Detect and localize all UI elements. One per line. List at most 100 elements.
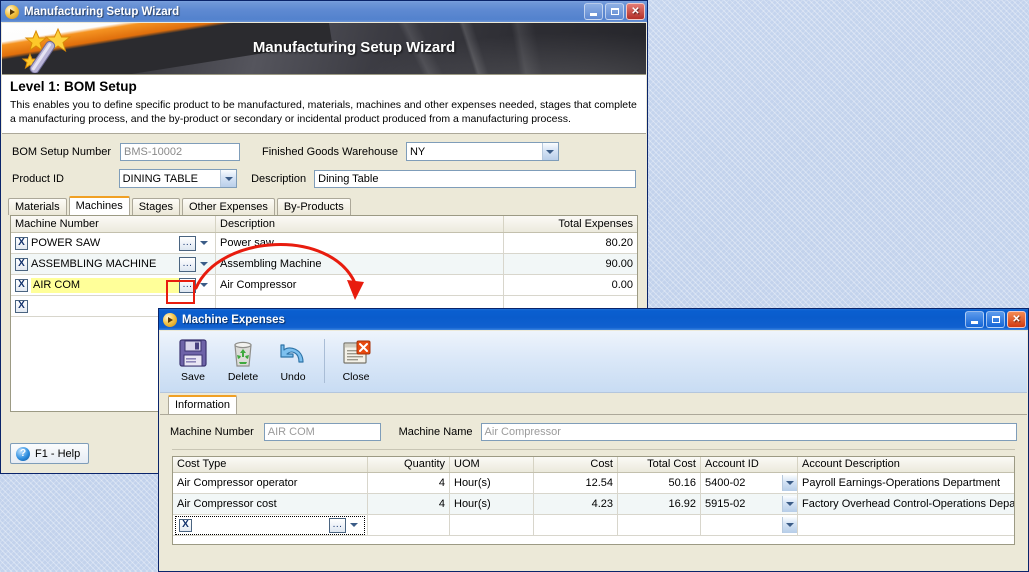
delete-row-button[interactable]: X [179, 518, 192, 532]
column-description[interactable]: Description [216, 216, 504, 233]
close-dialog-button[interactable]: Close [331, 337, 381, 383]
table-row[interactable]: X ... [173, 515, 1014, 536]
uom-value[interactable]: Hour(s) [450, 494, 534, 514]
machine-expenses-grid: Cost Type Quantity UOM Cost Total Cost A… [172, 456, 1015, 545]
chevron-down-icon[interactable] [220, 170, 237, 188]
account-description-value: Payroll Earnings-Operations Department [802, 477, 1001, 489]
machine-number-value: ASSEMBLING MACHINE [31, 258, 157, 271]
lookup-button[interactable]: ... [179, 256, 196, 272]
column-cost[interactable]: Cost [534, 457, 618, 472]
column-uom[interactable]: UOM [450, 457, 534, 472]
f1-help-label: F1 - Help [35, 447, 81, 460]
tab-stages[interactable]: Stages [131, 198, 180, 216]
account-id-value: 5915-02 [705, 498, 746, 510]
minimize-button[interactable] [965, 311, 984, 328]
machine-number-value[interactable]: AIR COM [31, 277, 179, 293]
machine-expenses-dialog: Machine Expenses ✕ Save Delete Undo Clos… [158, 308, 1029, 572]
description-input[interactable]: Dining Table [314, 169, 636, 188]
wizard-tabstrip: Materials Machines Stages Other Expenses… [2, 196, 646, 216]
machine-description-value[interactable]: Power saw [216, 233, 504, 254]
table-row[interactable]: X AIR COM ... Air Compressor 0.00 [11, 275, 637, 297]
column-account-description[interactable]: Account Description [798, 457, 1014, 472]
f1-help-button[interactable]: ? F1 - Help [10, 443, 90, 464]
dialog-titlebar[interactable]: Machine Expenses ✕ [159, 309, 1028, 330]
account-id-value: 5400-02 [705, 477, 746, 489]
save-button[interactable]: Save [168, 337, 218, 383]
close-window-icon [343, 340, 371, 364]
recycle-bin-icon [234, 341, 252, 367]
machine-description-value[interactable]: Air Compressor [216, 275, 504, 296]
chevron-down-icon[interactable] [782, 517, 797, 533]
column-cost-type[interactable]: Cost Type [173, 457, 368, 472]
table-row[interactable]: X POWER SAW ... Power saw 80.20 [11, 233, 637, 255]
dialog-body: Save Delete Undo Close Information Machi… [160, 331, 1027, 571]
lookup-button[interactable]: ... [179, 277, 196, 293]
column-total-cost[interactable]: Total Cost [618, 457, 701, 472]
delete-label: Delete [227, 371, 259, 383]
column-total-expenses[interactable]: Total Expenses [504, 216, 637, 232]
new-row-editor[interactable]: X ... [175, 515, 365, 535]
tab-by-products[interactable]: By-Products [276, 198, 351, 216]
column-machine-number[interactable]: Machine Number [11, 216, 216, 233]
column-quantity[interactable]: Quantity [368, 457, 450, 472]
account-id-select[interactable]: 5915-02 [701, 494, 798, 514]
product-id-value: DINING TABLE [122, 172, 198, 185]
expenses-grid-header: Cost Type Quantity UOM Cost Total Cost A… [173, 457, 1014, 473]
delete-row-button[interactable]: X [15, 299, 28, 313]
undo-button[interactable]: Undo [268, 337, 318, 383]
undo-arrow-icon [280, 344, 304, 363]
chevron-down-icon[interactable] [782, 496, 797, 512]
chevron-down-icon[interactable] [197, 257, 211, 272]
cost-value[interactable]: 12.54 [534, 473, 618, 493]
app-logo-icon [5, 4, 19, 19]
cost-value[interactable]: 4.23 [534, 494, 618, 514]
delete-button[interactable]: Delete [218, 337, 268, 383]
cost-type-value[interactable]: Air Compressor cost [173, 494, 368, 514]
wizard-form: BOM Setup Number BMS-10002 Finished Good… [2, 134, 646, 189]
cost-type-value[interactable]: Air Compressor operator [173, 473, 368, 493]
uom-value[interactable]: Hour(s) [450, 473, 534, 493]
tab-other-expenses[interactable]: Other Expenses [181, 198, 275, 216]
lookup-button[interactable]: ... [329, 517, 346, 533]
machine-number-label: Machine Number [170, 426, 254, 438]
tab-materials[interactable]: Materials [8, 198, 67, 216]
bom-setup-number-input[interactable]: BMS-10002 [120, 142, 240, 161]
account-id-select[interactable] [701, 515, 798, 535]
chevron-down-icon[interactable] [782, 475, 797, 491]
machine-number-value: POWER SAW [31, 237, 101, 250]
machine-description-value[interactable]: Assembling Machine [216, 254, 504, 275]
save-floppy-icon [179, 339, 207, 367]
close-button[interactable]: ✕ [626, 3, 645, 20]
table-row[interactable]: Air Compressor operator 4 Hour(s) 12.54 … [173, 473, 1014, 494]
tab-information[interactable]: Information [168, 395, 238, 414]
machine-number-input[interactable]: AIR COM [263, 423, 381, 441]
delete-row-button[interactable]: X [15, 278, 28, 292]
chevron-down-icon[interactable] [541, 143, 558, 161]
question-mark-icon: ? [16, 446, 30, 461]
lookup-button[interactable]: ... [179, 235, 196, 251]
machine-total-expenses-value: 90.00 [605, 258, 633, 271]
table-row[interactable]: X ASSEMBLING MACHINE ... Assembling Mach… [11, 254, 637, 276]
toolbar-divider [324, 339, 325, 383]
tab-machines[interactable]: Machines [68, 196, 130, 216]
product-id-select[interactable]: DINING TABLE [118, 169, 238, 189]
minimize-button[interactable] [584, 3, 603, 20]
chevron-down-icon[interactable] [197, 278, 211, 293]
delete-row-button[interactable]: X [15, 236, 28, 250]
column-account-id[interactable]: Account ID [701, 457, 798, 472]
wizard-titlebar[interactable]: Manufacturing Setup Wizard ✕ [1, 1, 647, 22]
chevron-down-icon[interactable] [197, 236, 211, 251]
maximize-button[interactable] [986, 311, 1005, 328]
warehouse-value: NY [409, 145, 426, 158]
quantity-value[interactable]: 4 [368, 494, 450, 514]
warehouse-select[interactable]: NY [405, 142, 559, 162]
chevron-down-icon[interactable] [347, 518, 361, 533]
quantity-value[interactable]: 4 [368, 473, 450, 493]
table-row[interactable]: Air Compressor cost 4 Hour(s) 4.23 16.92… [173, 494, 1014, 515]
level-heading: Level 1: BOM Setup [2, 75, 646, 96]
delete-row-button[interactable]: X [15, 257, 28, 271]
maximize-button[interactable] [605, 3, 624, 20]
account-id-select[interactable]: 5400-02 [701, 473, 798, 493]
close-button[interactable]: ✕ [1007, 311, 1026, 328]
machine-name-input[interactable]: Air Compressor [480, 423, 1017, 441]
